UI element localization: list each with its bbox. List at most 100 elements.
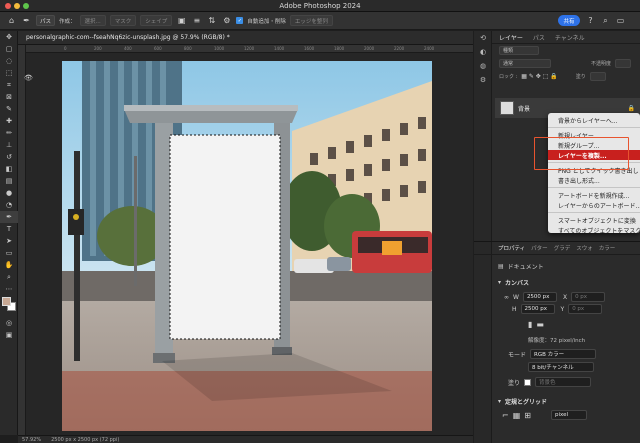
brush-tool-icon[interactable]: ✏ — [0, 127, 18, 139]
landscape-icon[interactable]: ▬ — [536, 320, 544, 329]
path-selection-tool-icon[interactable]: ➤ — [0, 235, 18, 247]
blend-mode-select[interactable]: 通常 — [499, 59, 551, 68]
lasso-tool-icon[interactable]: ◌ — [0, 55, 18, 67]
auto-add-checkbox[interactable]: ✓ — [236, 17, 244, 24]
fill-color-swatch[interactable] — [524, 378, 532, 386]
canvas-image — [62, 61, 432, 431]
tab-paths[interactable]: パス — [533, 33, 545, 42]
type-tool-icon[interactable]: T — [0, 223, 18, 235]
dodge-tool-icon[interactable]: ◔ — [0, 199, 18, 211]
move-tool-icon[interactable]: ✥ — [0, 31, 18, 43]
healing-brush-tool-icon[interactable]: ✚ — [0, 115, 18, 127]
zoom-tool-icon[interactable]: ⌕ — [0, 271, 18, 283]
more-tools-icon[interactable]: ⋯ — [0, 283, 18, 295]
lock-pixels-icon[interactable]: ▦ ✎ ✥ ⬚ 🔒 — [521, 73, 558, 80]
make-shape-button[interactable]: シェイプ — [140, 15, 173, 26]
menu-item-new-artboard[interactable]: アートボードを新規作成... — [548, 190, 640, 200]
tool-mode-select[interactable]: パス — [36, 15, 56, 26]
make-selection-button[interactable]: 選択... — [79, 15, 106, 26]
portrait-icon[interactable]: ▮ — [528, 320, 532, 329]
tab-channels[interactable]: チャンネル — [555, 33, 585, 42]
frame-tool-icon[interactable]: ⊠ — [0, 91, 18, 103]
pen-tool-icon[interactable]: ✒ — [21, 15, 32, 26]
rectangle-tool-icon[interactable]: ▭ — [0, 247, 18, 259]
eyedropper-tool-icon[interactable]: ✎ — [0, 103, 18, 115]
path-alignment-icon[interactable]: ≡ — [191, 15, 202, 26]
height-label: H — [512, 305, 517, 313]
tab-color[interactable]: カラー — [599, 244, 616, 252]
tab-swatches[interactable]: スウォ — [576, 244, 593, 252]
eraser-tool-icon[interactable]: ◧ — [0, 163, 18, 175]
blur-tool-icon[interactable]: ● — [0, 187, 18, 199]
ruler-tick-label: 200 — [94, 46, 102, 51]
path-operations-icon[interactable]: ▣ — [176, 15, 187, 26]
clone-stamp-tool-icon[interactable]: ⊥ — [0, 139, 18, 151]
canvas[interactable] — [62, 61, 432, 431]
hand-tool-icon[interactable]: ✋ — [0, 259, 18, 271]
menu-item-export-as[interactable]: 書き出し形式... — [548, 175, 640, 185]
workspace-icon[interactable]: ▭ — [615, 15, 626, 26]
options-bar: ⌂ ✒ パス 作成： 選択... マスク シェイプ ▣ ≡ ⇅ ⚙ ✓ 自動追加… — [0, 12, 640, 30]
vertical-ruler — [18, 45, 26, 435]
orientation-row: ▮ ▬ — [528, 320, 544, 329]
layer-visibility-eye-icon[interactable]: 👁 — [24, 74, 33, 82]
zoom-level[interactable]: 57.92% — [22, 437, 41, 443]
quick-mask-icon[interactable]: ◎ — [0, 317, 18, 329]
ruler-tick-label: 2200 — [394, 46, 405, 51]
opacity-field[interactable] — [615, 59, 632, 68]
guides-icon[interactable]: ⊞ — [524, 411, 531, 420]
search-icon[interactable]: ⌕ — [600, 15, 611, 26]
help-icon[interactable]: ? — [585, 15, 596, 26]
foreground-color-swatch[interactable] — [2, 297, 11, 306]
layer-filter-row: 種類 — [475, 44, 640, 57]
menu-item-background-to-layer[interactable]: 背景からレイヤーへ... — [548, 115, 640, 125]
make-mask-button[interactable]: マスク — [109, 15, 137, 26]
document-tab[interactable]: personalgraphic-com--fseahNq6zic-unsplas… — [18, 31, 473, 45]
history-brush-tool-icon[interactable]: ↺ — [0, 151, 18, 163]
settings-gear-icon[interactable]: ⚙ — [221, 15, 232, 26]
x-field[interactable]: 0 px — [571, 292, 606, 302]
adjustments-panel-icon[interactable]: ◐ — [474, 45, 492, 59]
fill-select[interactable]: 背景色 — [535, 377, 592, 387]
chevron-down-icon: ▾ — [498, 279, 502, 286]
share-button[interactable]: 共有 — [558, 15, 580, 26]
auto-add-label: 自動追加・削除 — [247, 18, 286, 25]
layer-kind-filter[interactable]: 種類 — [499, 46, 539, 55]
tab-properties[interactable]: プロパティ — [498, 244, 525, 252]
gradient-tool-icon[interactable]: ▤ — [0, 175, 18, 187]
width-label: W — [513, 293, 519, 301]
document-size: 2500 px x 2500 px (72 ppi) — [51, 436, 120, 443]
tab-gradients[interactable]: グラデ — [554, 244, 571, 252]
artboard-tool-icon[interactable]: ▢ — [0, 43, 18, 55]
units-select[interactable]: pixel — [550, 410, 587, 420]
menu-item-mask-all-objects[interactable]: すべてのオブジェクトをマスク — [548, 225, 640, 234]
ruler-tick-label: 1400 — [274, 46, 285, 51]
tab-patterns[interactable]: パター — [531, 244, 548, 252]
crop-tool-icon[interactable]: ⌗ — [0, 79, 18, 91]
fill-field[interactable] — [589, 72, 606, 81]
rulers-heading-row[interactable]: ▾ 定規とグリッド — [498, 397, 547, 406]
color-swatches[interactable] — [0, 295, 18, 317]
path-arrangement-icon[interactable]: ⇅ — [206, 15, 217, 26]
height-field[interactable]: 2500 px — [520, 304, 555, 314]
link-icon[interactable]: ∞ — [504, 294, 509, 301]
bit-depth-select[interactable]: 8 bit/チャンネル — [528, 362, 594, 372]
canvas-heading-row[interactable]: ▾ カンバス — [498, 278, 529, 287]
object-select-tool-icon[interactable]: ⬚ — [0, 67, 18, 79]
color-panel-icon[interactable]: ◍ — [474, 59, 492, 73]
grid-icon[interactable]: ▦ — [513, 411, 521, 420]
y-field[interactable]: 0 px — [568, 304, 603, 314]
screen-mode-icon[interactable]: ▣ — [0, 329, 18, 341]
pen-tool-icon[interactable]: ✒ — [0, 211, 18, 223]
color-mode-select[interactable]: RGB カラー — [530, 349, 597, 359]
history-panel-icon[interactable]: ⟲ — [474, 31, 492, 45]
document-icon: ▤ — [498, 263, 504, 270]
width-field[interactable]: 2500 px — [522, 292, 557, 302]
properties-panel-icon[interactable]: ⚙ — [474, 73, 492, 87]
tab-layers[interactable]: レイヤー — [499, 33, 523, 42]
home-icon[interactable]: ⌂ — [6, 15, 17, 26]
align-edges-checkbox[interactable]: エッジを整列 — [289, 15, 333, 26]
menu-item-convert-smart-object[interactable]: スマートオブジェクトに変換 — [548, 215, 640, 225]
ruler-icon[interactable]: ⌐ — [502, 411, 509, 420]
menu-item-artboard-from-layers[interactable]: レイヤーからのアートボード... — [548, 200, 640, 210]
